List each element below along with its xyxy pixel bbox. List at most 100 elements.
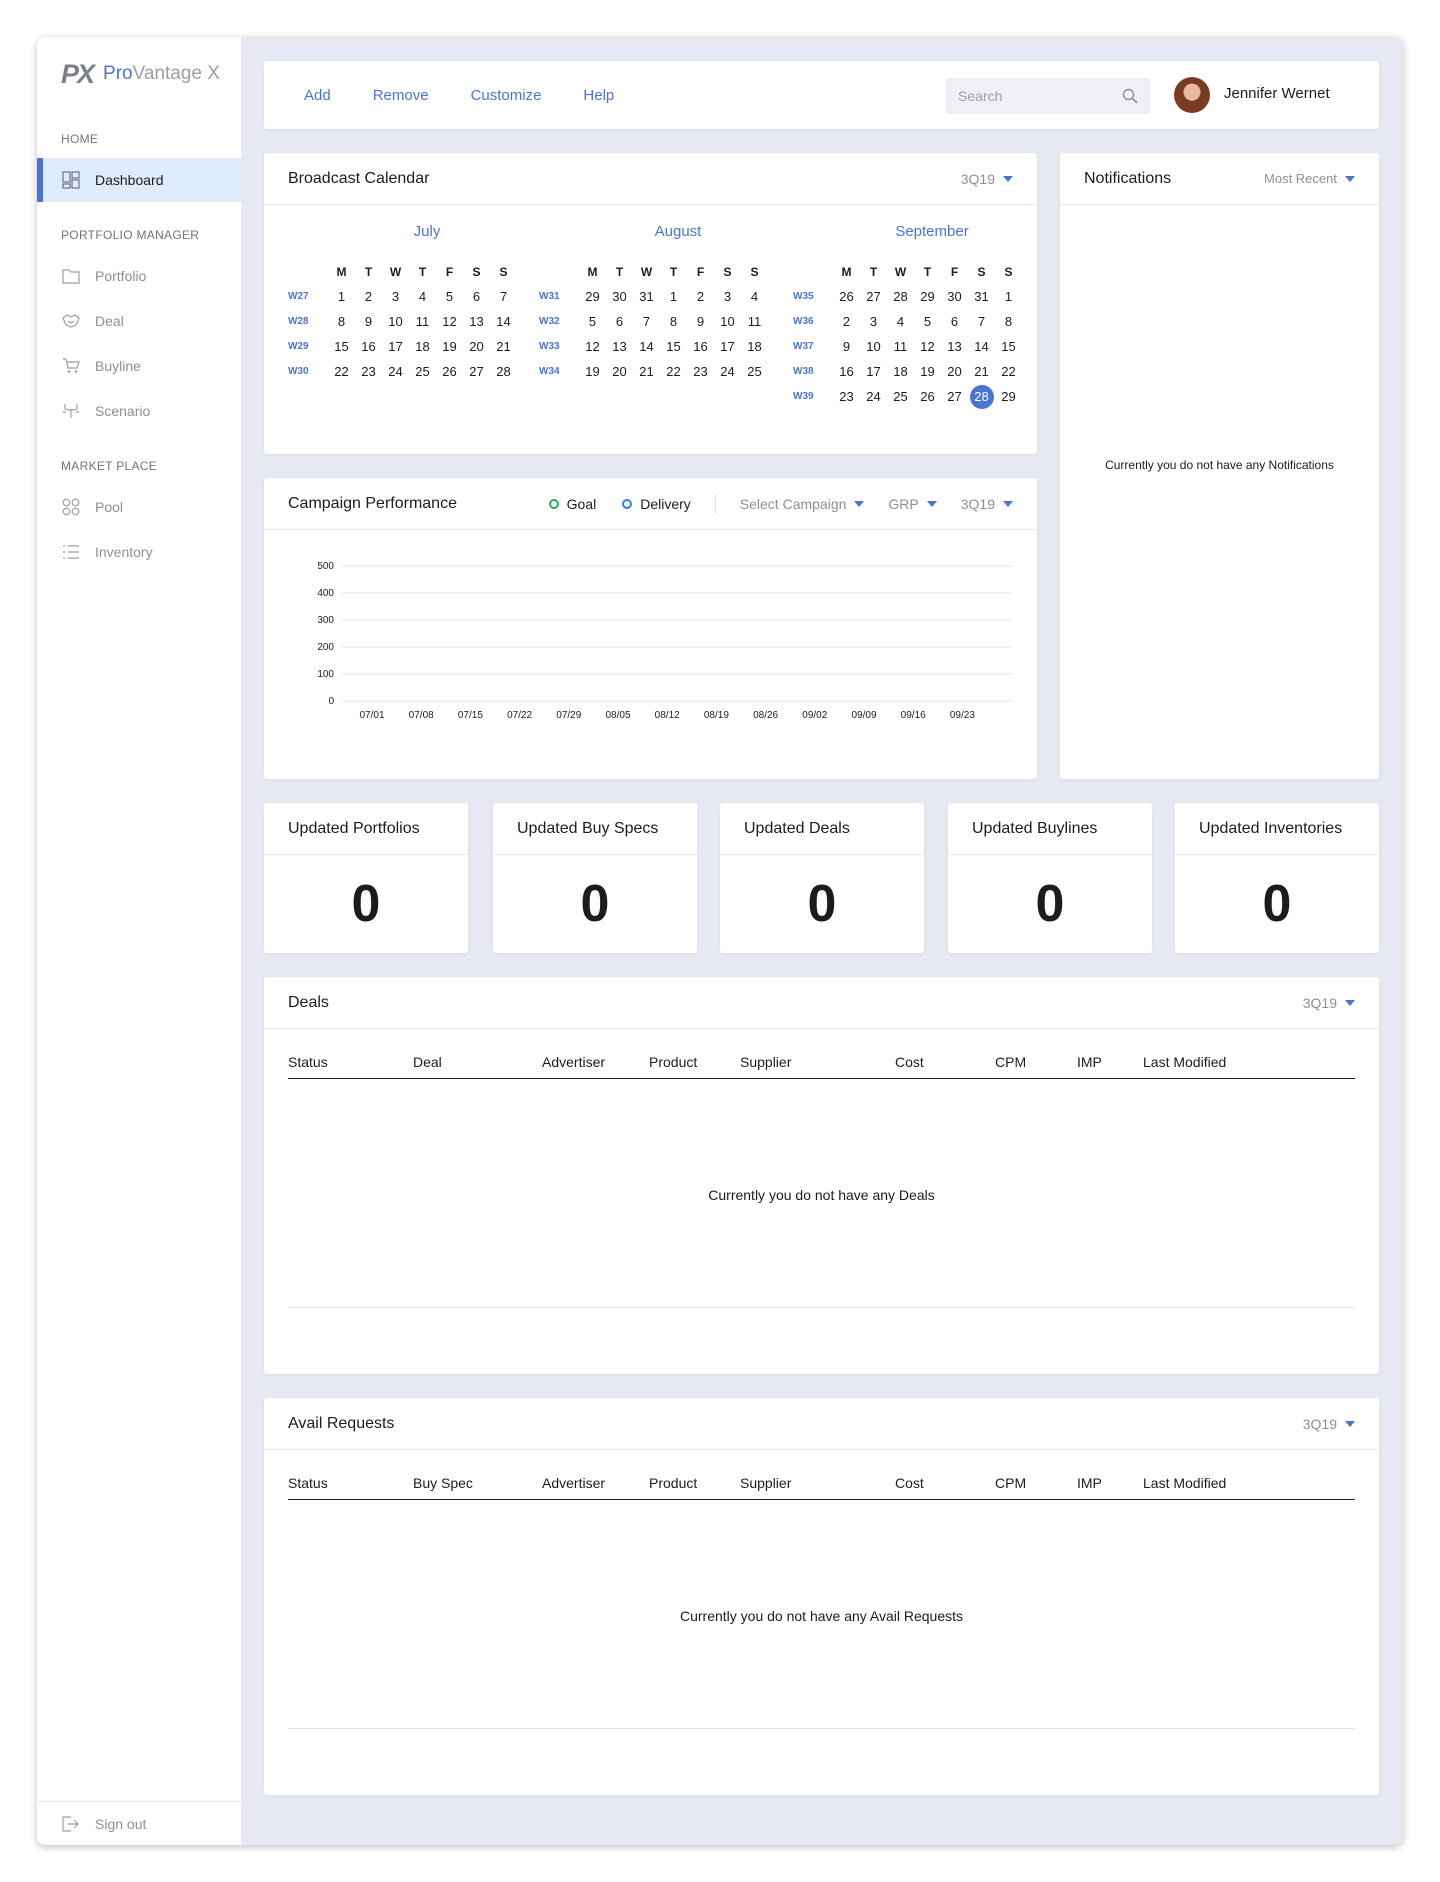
column-header[interactable]: Supplier [740,1054,791,1070]
calendar-day[interactable]: 13 [606,335,633,359]
calendar-day[interactable]: 26 [914,385,941,409]
column-header[interactable]: Cost [895,1054,924,1070]
calendar-day[interactable]: 21 [490,335,517,359]
sidebar-item-inventory[interactable]: Inventory [37,530,241,574]
sidebar-item-scenario[interactable]: Scenario [37,389,241,433]
calendar-day[interactable]: 19 [914,360,941,384]
calendar-day[interactable]: 10 [382,310,409,334]
calendar-day[interactable]: 19 [436,335,463,359]
metric-dropdown[interactable]: GRP [888,496,937,512]
calendar-day[interactable]: 26 [436,360,463,384]
calendar-day[interactable]: 5 [436,285,463,309]
calendar-day[interactable]: 12 [579,335,606,359]
logo[interactable]: PX ProVantage X [61,59,220,89]
calendar-day[interactable]: 22 [660,360,687,384]
sidebar-item-dashboard[interactable]: Dashboard [37,158,241,202]
calendar-day[interactable]: 27 [860,285,887,309]
user-name[interactable]: Jennifer Wernet [1224,85,1330,102]
calendar-day-today[interactable]: 28 [969,384,994,409]
calendar-day[interactable]: 17 [860,360,887,384]
sidebar-item-pool[interactable]: Pool [37,485,241,529]
calendar-day[interactable]: 25 [887,385,914,409]
calendar-day[interactable]: 9 [355,310,382,334]
calendar-day[interactable]: 10 [860,335,887,359]
calendar-day[interactable]: 22 [328,360,355,384]
calendar-day[interactable]: 3 [714,285,741,309]
calendar-day[interactable]: 5 [914,310,941,334]
calendar-day[interactable]: 24 [382,360,409,384]
column-header[interactable]: IMP [1077,1054,1102,1070]
calendar-day[interactable]: 20 [606,360,633,384]
calendar-day[interactable]: 11 [887,335,914,359]
calendar-day[interactable]: 27 [941,385,968,409]
calendar-day[interactable]: 15 [328,335,355,359]
calendar-day[interactable]: 24 [714,360,741,384]
avatar[interactable] [1174,77,1210,113]
calendar-day[interactable]: 4 [409,285,436,309]
calendar-day[interactable]: 14 [633,335,660,359]
calendar-day[interactable]: 5 [579,310,606,334]
calendar-day[interactable]: 19 [579,360,606,384]
calendar-day[interactable]: 18 [887,360,914,384]
calendar-day[interactable]: 31 [633,285,660,309]
calendar-day[interactable]: 8 [995,310,1022,334]
week-label[interactable]: W31 [539,291,579,302]
column-header[interactable]: IMP [1077,1475,1102,1491]
calendar-day[interactable]: 28 [490,360,517,384]
calendar-day[interactable]: 16 [833,360,860,384]
calendar-day[interactable]: 7 [490,285,517,309]
calendar-day[interactable]: 6 [606,310,633,334]
calendar-day[interactable]: 3 [382,285,409,309]
calendar-day[interactable]: 23 [833,385,860,409]
calendar-day[interactable]: 2 [687,285,714,309]
calendar-day[interactable]: 7 [633,310,660,334]
column-header[interactable]: Cost [895,1475,924,1491]
add-link[interactable]: Add [304,87,331,104]
calendar-day[interactable]: 6 [463,285,490,309]
calendar-day[interactable]: 21 [633,360,660,384]
calendar-day[interactable]: 18 [741,335,768,359]
column-header[interactable]: CPM [995,1475,1026,1491]
calendar-day[interactable]: 9 [833,335,860,359]
help-link[interactable]: Help [583,87,614,104]
avails-quarter-dropdown[interactable]: 3Q19 [1303,1416,1355,1432]
column-header[interactable]: Deal [413,1054,442,1070]
calendar-day[interactable]: 26 [833,285,860,309]
search-icon[interactable] [1122,88,1138,104]
calendar-day[interactable]: 8 [328,310,355,334]
calendar-day[interactable]: 4 [887,310,914,334]
calendar-day[interactable]: 14 [968,335,995,359]
sign-out-button[interactable]: Sign out [37,1801,241,1845]
week-label[interactable]: W38 [793,366,833,377]
calendar-day[interactable]: 2 [833,310,860,334]
column-header[interactable]: Status [288,1054,328,1070]
week-label[interactable]: W37 [793,341,833,352]
calendar-day[interactable]: 9 [687,310,714,334]
select-campaign-dropdown[interactable]: Select Campaign [740,496,865,512]
calendar-day[interactable]: 16 [355,335,382,359]
calendar-day[interactable]: 7 [968,310,995,334]
calendar-day[interactable]: 23 [355,360,382,384]
customize-link[interactable]: Customize [471,87,542,104]
calendar-day[interactable]: 13 [463,310,490,334]
calendar-day[interactable]: 12 [914,335,941,359]
calendar-day[interactable]: 27 [463,360,490,384]
calendar-day[interactable]: 17 [714,335,741,359]
column-header[interactable]: CPM [995,1054,1026,1070]
sidebar-item-portfolio[interactable]: Portfolio [37,254,241,298]
deals-quarter-dropdown[interactable]: 3Q19 [1303,995,1355,1011]
column-header[interactable]: Buy Spec [413,1475,473,1491]
calendar-day[interactable]: 1 [995,285,1022,309]
calendar-day[interactable]: 25 [409,360,436,384]
calendar-day[interactable]: 18 [409,335,436,359]
calendar-day[interactable]: 4 [741,285,768,309]
week-label[interactable]: W35 [793,291,833,302]
calendar-day[interactable]: 14 [490,310,517,334]
calendar-day[interactable]: 30 [941,285,968,309]
calendar-quarter-dropdown[interactable]: 3Q19 [961,171,1013,187]
calendar-day[interactable]: 10 [714,310,741,334]
calendar-day[interactable]: 23 [687,360,714,384]
column-header[interactable]: Status [288,1475,328,1491]
calendar-day[interactable]: 28 [887,285,914,309]
calendar-day[interactable]: 17 [382,335,409,359]
